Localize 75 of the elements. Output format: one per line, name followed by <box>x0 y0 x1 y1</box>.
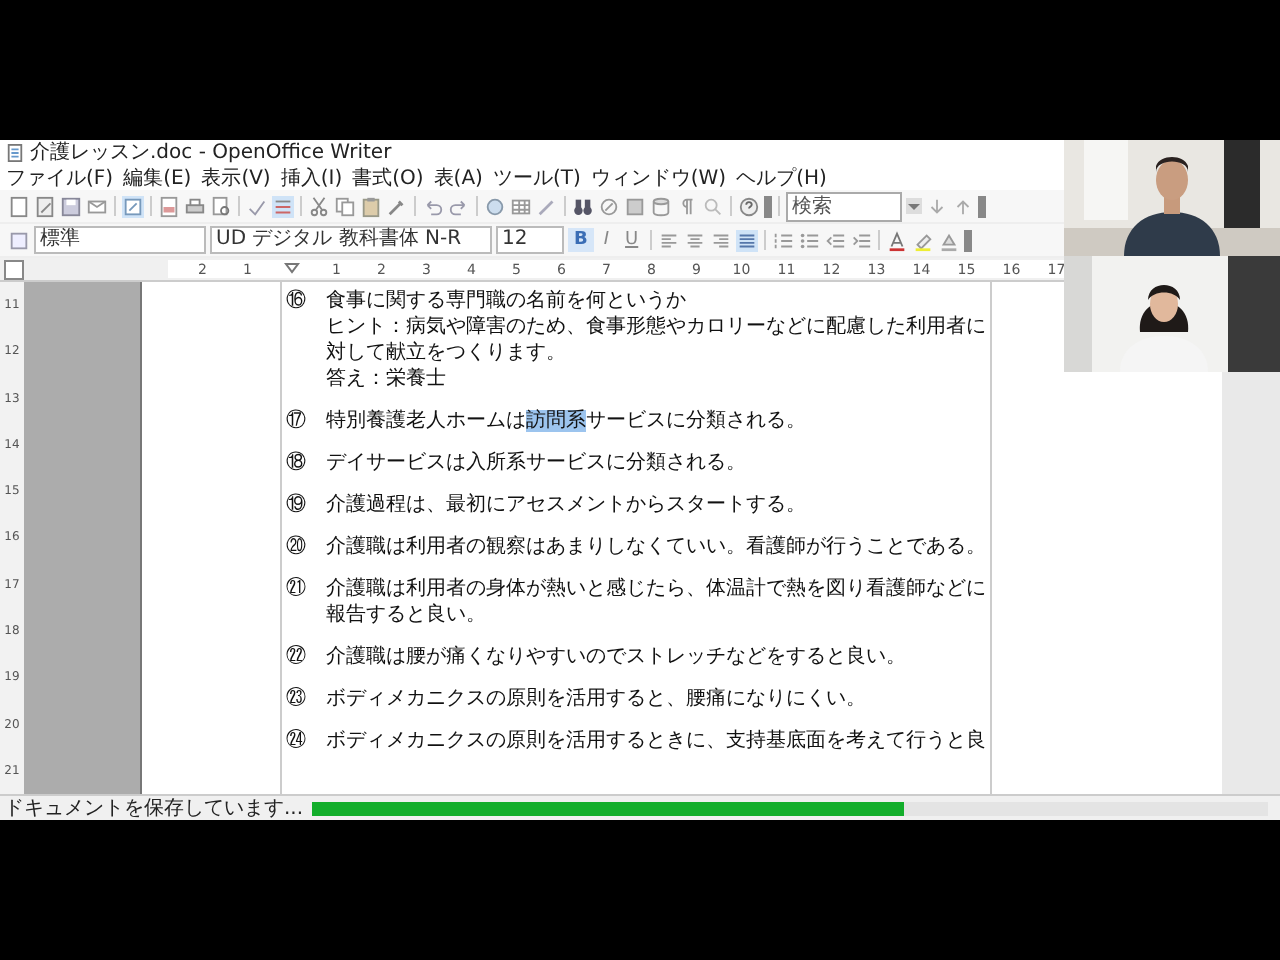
database-icon[interactable] <box>650 195 672 217</box>
question-text: 介護職は利用者の観察はあまりしなくていい。看護師が行うことである。 <box>326 534 988 560</box>
paragraph-style-dropdown[interactable]: 標準 <box>34 226 206 254</box>
spellcheck-icon[interactable] <box>246 195 268 217</box>
font-name-dropdown[interactable]: UD デジタル 教科書体 N-R <box>210 226 492 254</box>
question-text: 食事に関する専門職の名前を何というか <box>326 288 688 314</box>
item-number: ㉑ <box>284 576 308 604</box>
pdf-icon[interactable] <box>158 195 180 217</box>
menu-item[interactable]: ヘルプ(H) <box>736 163 827 191</box>
item-number: ⑱ <box>284 450 308 476</box>
edit-mode-icon[interactable] <box>122 195 144 217</box>
help-icon[interactable] <box>738 195 760 217</box>
align-right-icon[interactable] <box>710 229 733 251</box>
question-text: 介護職は腰が痛くなりやすいのでストレッチなどをすると良い。 <box>326 644 908 670</box>
menu-item[interactable]: 挿入(I) <box>280 163 343 191</box>
edit-document-icon[interactable] <box>34 195 56 217</box>
question-text: 特別養護老人ホームは訪問系サービスに分類される。 <box>326 408 808 434</box>
new-document-icon[interactable] <box>8 195 30 217</box>
up-arrow-icon[interactable] <box>952 195 974 217</box>
menu-item[interactable]: ファイル(F) <box>6 163 114 191</box>
item-number: ㉓ <box>284 686 308 712</box>
item-number: ⑰ <box>284 408 308 434</box>
justify-icon[interactable] <box>736 229 759 251</box>
bullet-list-icon[interactable] <box>798 229 821 251</box>
menu-item[interactable]: 表(A) <box>433 163 483 191</box>
menu-item[interactable]: ツール(T) <box>492 163 581 191</box>
item-number: ㉔ <box>284 728 308 754</box>
preview-icon[interactable] <box>210 195 232 217</box>
toolbar-handle[interactable] <box>764 195 772 217</box>
envelope-icon[interactable] <box>86 195 108 217</box>
copy-icon[interactable] <box>334 195 356 217</box>
align-left-icon[interactable] <box>658 229 681 251</box>
highlighter-icon[interactable] <box>912 229 935 251</box>
item-number: ⑯ <box>284 288 308 316</box>
question-text: デイサービスは入所系サービスに分類される。 <box>326 450 748 476</box>
toolbar-handle[interactable] <box>978 195 986 217</box>
menu-item[interactable]: 書式(O) <box>352 163 424 191</box>
save-icon[interactable] <box>60 195 82 217</box>
binoculars-icon[interactable] <box>572 195 594 217</box>
hint-text: ヒント：病気や障害のため、食事形態やカロリーなどに配慮した利用者に対して献立をつくります。 <box>326 314 988 366</box>
increase-indent-icon[interactable] <box>850 229 873 251</box>
window-title: 介護レッスン.doc - OpenOffice Writer <box>30 140 392 166</box>
font-color-icon[interactable] <box>886 229 909 251</box>
dropdown-arrow-icon[interactable] <box>906 198 922 214</box>
scissors-icon[interactable] <box>308 195 330 217</box>
format-button[interactable]: B <box>568 228 594 252</box>
printer-icon[interactable] <box>184 195 206 217</box>
menu-item[interactable]: ウィンドウ(W) <box>590 163 727 191</box>
paste-icon[interactable] <box>360 195 382 217</box>
zoom-icon[interactable] <box>702 195 724 217</box>
question-text: ボディメカニクスの原則を活用すると、腰痛になりにくい。 <box>326 686 868 712</box>
pilcrow-icon[interactable] <box>676 195 698 217</box>
decrease-indent-icon[interactable] <box>824 229 847 251</box>
status-text: ドキュメントを保存しています... <box>4 796 304 820</box>
answer-text: 答え：栄養士 <box>326 366 448 392</box>
search-field[interactable]: 検索 <box>786 191 902 221</box>
down-arrow-icon[interactable] <box>926 195 948 217</box>
toolbar-handle[interactable] <box>964 229 973 251</box>
menu-item[interactable]: 編集(E) <box>123 163 192 191</box>
item-number: ⑲ <box>284 492 308 518</box>
numbered-list-icon[interactable] <box>772 229 795 251</box>
table-icon[interactable] <box>510 195 532 217</box>
question-text: 介護過程は、最初にアセスメントからスタートする。 <box>326 492 808 518</box>
item-number: ㉒ <box>284 644 308 670</box>
globe-icon[interactable] <box>484 195 506 217</box>
align-center-icon[interactable] <box>684 229 707 251</box>
redo-icon[interactable] <box>448 195 470 217</box>
styles-icon[interactable] <box>8 229 30 251</box>
undo-icon[interactable] <box>422 195 444 217</box>
tab-stop-selector[interactable] <box>4 259 24 279</box>
menu-item[interactable]: 表示(V) <box>201 163 271 191</box>
font-size-dropdown[interactable]: 12 <box>496 226 564 254</box>
question-text: 介護職は利用者の身体が熱いと感じたら、体温計で熱を図り看護師などに報告すると良い。 <box>326 576 988 628</box>
item-number: ⑳ <box>284 534 308 560</box>
question-text: ボディメカニクスの原則を活用するときに、支持基底面を考えて行うと良 <box>326 728 988 754</box>
